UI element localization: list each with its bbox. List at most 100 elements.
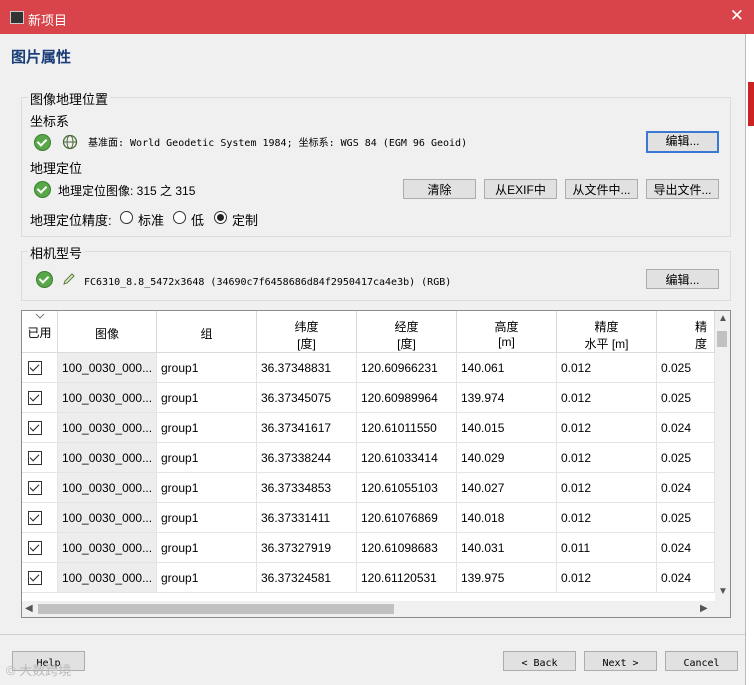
col-header-alt-l2: [m] (498, 335, 515, 349)
alt-cell: 140.015 (457, 413, 557, 443)
pencil-icon[interactable] (62, 272, 76, 286)
col-header-image[interactable]: 图像 (58, 311, 157, 353)
group-cell: group1 (157, 413, 257, 443)
row-used-cell[interactable] (22, 413, 58, 443)
col-header-h-acc[interactable]: 精度 水平 [m] (557, 311, 657, 353)
used-checkbox[interactable] (28, 571, 42, 585)
used-checkbox[interactable] (28, 541, 42, 555)
table-row[interactable]: 100_0030_000... group1 36.37334853 120.6… (22, 473, 722, 503)
used-checkbox[interactable] (28, 511, 42, 525)
table-row[interactable]: 100_0030_000... group1 36.37345075 120.6… (22, 383, 722, 413)
lat-cell: 36.37345075 (257, 383, 357, 413)
row-used-cell[interactable] (22, 473, 58, 503)
from-exif-button[interactable]: 从EXIF中 (484, 179, 557, 199)
camera-edit-button[interactable]: 编辑... (646, 269, 719, 289)
col-header-alt-l1: 高度 (494, 320, 519, 334)
radio-custom[interactable] (214, 211, 227, 224)
scroll-up-icon[interactable]: ▲ (718, 313, 728, 324)
group-cell: group1 (157, 383, 257, 413)
back-button-label: < Back (521, 658, 558, 669)
horizontal-scrollbar[interactable]: ◀ ▶ (22, 601, 730, 617)
row-used-cell[interactable] (22, 503, 58, 533)
row-used-cell[interactable] (22, 383, 58, 413)
image-cell: 100_0030_000... (58, 353, 157, 383)
col-header-used-text: 已用 (27, 326, 52, 340)
cancel-button-label: Cancel (683, 658, 720, 669)
col-header-group[interactable]: 组 (157, 311, 257, 353)
row-used-cell[interactable] (22, 533, 58, 563)
alt-cell: 140.061 (457, 353, 557, 383)
lat-cell: 36.37327919 (257, 533, 357, 563)
alt-cell: 140.018 (457, 503, 557, 533)
v-acc-cell: 0.025 (657, 443, 715, 473)
table-row[interactable]: 100_0030_000... group1 36.37331411 120.6… (22, 503, 722, 533)
lon-cell: 120.60966231 (357, 353, 457, 383)
scroll-down-icon[interactable]: ▼ (718, 586, 728, 597)
col-header-v-acc[interactable]: 精度垂直 (657, 311, 715, 353)
export-file-button[interactable]: 导出文件... (646, 179, 719, 199)
geo-group-title: 图像地理位置 (28, 89, 111, 108)
side-strip (745, 34, 754, 685)
used-checkbox[interactable] (28, 421, 42, 435)
table-row[interactable]: 100_0030_000... group1 36.37348831 120.6… (22, 353, 722, 383)
image-cell: 100_0030_000... (58, 563, 157, 593)
row-used-cell[interactable] (22, 563, 58, 593)
h-acc-cell: 0.012 (557, 473, 657, 503)
table-row[interactable]: 100_0030_000... group1 36.37338244 120.6… (22, 443, 722, 473)
row-used-cell[interactable] (22, 443, 58, 473)
col-header-lat[interactable]: 纬度 [度] (257, 311, 357, 353)
crs-edit-button[interactable]: 编辑... (646, 131, 719, 153)
radio-custom-label: 定制 (232, 213, 259, 228)
col-header-alt[interactable]: 高度 [m] (457, 311, 557, 353)
v-acc-cell: 0.025 (657, 383, 715, 413)
crs-value-text: 基准面: World Geodetic System 1984; 坐标系: WG… (88, 138, 468, 149)
radio-standard[interactable] (120, 211, 133, 224)
table-row[interactable]: 100_0030_000... group1 36.37327919 120.6… (22, 533, 722, 563)
image-table[interactable]: 已用 图像 组 纬度[度] 经度[度] 高度[m] 精度水平 [m] 精度垂直 … (21, 310, 731, 618)
group-cell: group1 (157, 443, 257, 473)
vertical-scrollbar[interactable]: ▲ ▼ (715, 311, 730, 601)
watermark: © 大数跨境 (6, 663, 72, 678)
image-cell: 100_0030_000... (58, 533, 157, 563)
radio-low[interactable] (173, 211, 186, 224)
check-icon (34, 134, 51, 151)
crs-label: 坐标系 (30, 114, 70, 129)
side-strip-marker (748, 82, 754, 126)
used-checkbox[interactable] (28, 451, 42, 465)
col-header-lon-l1: 经度 (394, 320, 419, 334)
used-checkbox[interactable] (28, 391, 42, 405)
vertical-scroll-thumb[interactable] (717, 331, 727, 347)
camera-model-text: FC6310_8.8_5472x3648 (34690c7f6458686d84… (84, 277, 452, 288)
geoloc-label: 地理定位 (30, 161, 83, 176)
crs-value: 基准面: World Geodetic System 1984; 坐标系: WG… (88, 134, 467, 149)
from-file-button[interactable]: 从文件中... (565, 179, 638, 199)
image-cell: 100_0030_000... (58, 383, 157, 413)
next-button[interactable]: Next > (584, 651, 657, 671)
h-acc-cell: 0.011 (557, 533, 657, 563)
lat-cell: 36.37348831 (257, 353, 357, 383)
v-acc-cell: 0.025 (657, 353, 715, 383)
close-icon[interactable]: ✕ (730, 6, 744, 26)
alt-cell: 140.029 (457, 443, 557, 473)
row-used-cell[interactable] (22, 353, 58, 383)
table-row[interactable]: 100_0030_000... group1 36.37324581 120.6… (22, 563, 722, 593)
title-bar: 新项目 ✕ (0, 0, 754, 34)
image-cell: 100_0030_000... (58, 473, 157, 503)
scroll-left-icon[interactable]: ◀ (25, 603, 33, 614)
clear-button[interactable]: 清除 (403, 179, 476, 199)
used-checkbox[interactable] (28, 481, 42, 495)
cancel-button[interactable]: Cancel (665, 651, 738, 671)
horizontal-scroll-thumb[interactable] (38, 604, 394, 614)
col-header-lat-l2: [度] (297, 337, 316, 351)
back-button[interactable]: < Back (503, 651, 576, 671)
col-header-lon[interactable]: 经度 [度] (357, 311, 457, 353)
page-title: 图片属性 (11, 49, 72, 66)
used-checkbox[interactable] (28, 361, 42, 375)
col-header-h-acc-l1: 精度 (594, 320, 619, 334)
scroll-right-icon[interactable]: ▶ (700, 603, 708, 614)
alt-cell: 139.974 (457, 383, 557, 413)
group-cell: group1 (157, 473, 257, 503)
table-row[interactable]: 100_0030_000... group1 36.37341617 120.6… (22, 413, 722, 443)
col-header-used[interactable]: 已用 (22, 311, 58, 353)
next-button-label: Next > (602, 658, 639, 669)
